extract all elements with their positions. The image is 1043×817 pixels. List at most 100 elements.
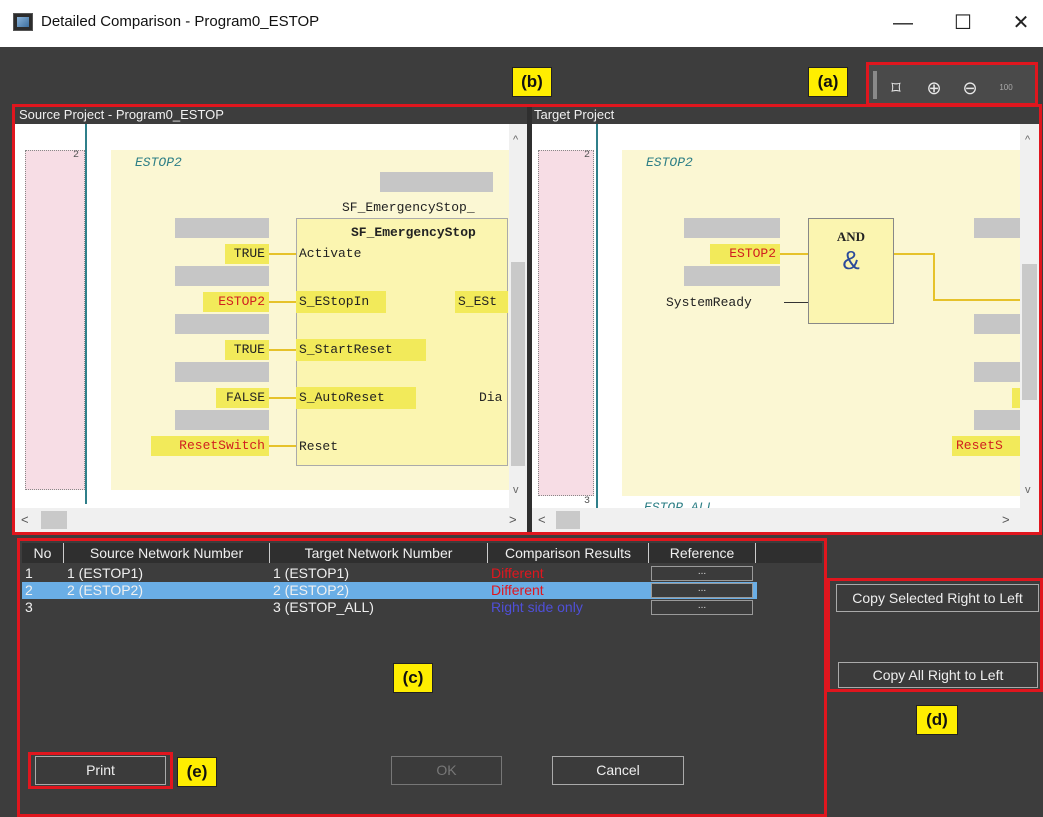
input-var[interactable]: ESTOP2	[203, 292, 269, 312]
copy-all-right-to-left-button[interactable]: Copy All Right to Left	[838, 662, 1038, 688]
wire	[784, 302, 808, 303]
copy-selected-right-to-left-button[interactable]: Copy Selected Right to Left	[836, 584, 1039, 612]
zoom-out-icon[interactable]: ⊖	[957, 75, 983, 101]
wire	[269, 349, 296, 351]
print-button[interactable]: Print	[35, 756, 166, 785]
cell-no: 1	[25, 565, 33, 581]
placeholder	[684, 266, 780, 286]
fb-instance-name: SF_EmergencyStop_	[342, 200, 475, 215]
cancel-button[interactable]: Cancel	[552, 756, 684, 785]
placeholder	[974, 362, 1020, 382]
source-gutter	[25, 150, 85, 490]
scroll-up-icon[interactable]: ^	[513, 134, 518, 146]
reference-button[interactable]: ...	[651, 583, 753, 598]
placeholder	[175, 362, 269, 382]
wire	[933, 253, 935, 301]
scroll-left-icon[interactable]: <	[21, 512, 29, 527]
scroll-right-icon[interactable]: >	[509, 512, 517, 527]
source-rail	[85, 124, 87, 504]
scroll-down-icon[interactable]: v	[1025, 484, 1031, 496]
app-icon	[13, 13, 33, 31]
source-horizontal-scrollbar[interactable]: < >	[15, 508, 527, 532]
reference-button[interactable]: ...	[651, 600, 753, 615]
zoom-toolbar: ⌑ ⊕ ⊖ 100	[866, 62, 1038, 106]
source-ladder-area: ESTOP2 SF_EmergencyStop_ SF_EmergencySto…	[111, 150, 511, 490]
target-ladder-area: ESTOP2 ESTOP2 SystemReady AND & ResetS	[622, 150, 1020, 496]
wire	[269, 397, 296, 399]
wire	[894, 253, 934, 255]
maximize-button[interactable]: ☐	[943, 8, 983, 38]
fb-pin: S_StartReset	[296, 339, 426, 361]
scroll-down-icon[interactable]: v	[513, 484, 519, 496]
column-header-result[interactable]: Comparison Results	[488, 543, 649, 563]
scrollbar-thumb[interactable]	[1022, 264, 1037, 400]
target-pane-header: Target Project	[532, 107, 1039, 123]
source-vertical-scrollbar[interactable]: ^ v	[509, 124, 527, 508]
minimize-button[interactable]: —	[883, 8, 923, 38]
close-button[interactable]: ✕	[1001, 8, 1041, 38]
callout-label-b: (b)	[512, 67, 552, 97]
cell-result: Different	[491, 565, 544, 581]
cell-no: 3	[25, 599, 33, 615]
window-title: Detailed Comparison - Program0_ESTOP	[41, 13, 320, 30]
and-block-type: AND	[836, 229, 866, 244]
cell-source: 1 (ESTOP1)	[67, 565, 143, 581]
zoom-in-icon[interactable]: ⊕	[921, 75, 947, 101]
callout-label-a: (a)	[808, 67, 848, 97]
cell-target: 1 (ESTOP1)	[273, 565, 349, 581]
wire	[269, 445, 296, 447]
column-header-target[interactable]: Target Network Number	[270, 543, 488, 563]
cell-source	[64, 599, 270, 616]
scrollbar-thumb[interactable]	[41, 511, 67, 529]
scrollbar-thumb[interactable]	[556, 511, 580, 529]
placeholder	[175, 410, 269, 430]
target-vertical-scrollbar[interactable]: ^ v	[1020, 124, 1039, 508]
cell-source: 2 (ESTOP2)	[67, 582, 143, 598]
wire	[933, 299, 1020, 301]
wire	[269, 301, 296, 303]
fb-type-name: SF_EmergencyStop	[351, 225, 476, 240]
target-rail	[596, 124, 598, 508]
cell-result: Different	[491, 582, 544, 598]
ok-button[interactable]: OK	[391, 756, 502, 785]
target-next-network-number: 3	[584, 496, 591, 507]
fb-pin: S_AutoReset	[296, 387, 416, 409]
table-row[interactable]: 1 1 (ESTOP1) 1 (ESTOP1) Different ...	[22, 565, 757, 582]
scrollbar-thumb[interactable]	[511, 262, 525, 466]
wire	[780, 253, 808, 255]
table-row[interactable]: 3 3 (ESTOP_ALL) Right side only ...	[22, 599, 757, 616]
zoom-100-icon[interactable]: 100	[993, 75, 1019, 101]
column-header-reference[interactable]: Reference	[649, 543, 756, 563]
scroll-left-icon[interactable]: <	[538, 512, 546, 527]
source-network-number: 2	[73, 150, 80, 161]
fb-pin: Reset	[299, 439, 339, 454]
input-var[interactable]: TRUE	[225, 340, 269, 360]
column-header-source[interactable]: Source Network Number	[64, 543, 270, 563]
target-horizontal-scrollbar[interactable]: < >	[532, 508, 1039, 532]
input-var[interactable]: ResetSwitch	[151, 436, 269, 456]
and-block[interactable]: AND &	[808, 218, 894, 324]
table-row-selected[interactable]: 2 2 (ESTOP2) 2 (ESTOP2) Different ...	[22, 582, 757, 599]
column-header-no[interactable]: No	[22, 543, 64, 563]
partial-var[interactable]: ResetS	[952, 436, 1020, 456]
placeholder	[974, 410, 1020, 430]
input-var[interactable]: TRUE	[225, 244, 269, 264]
and-input-var[interactable]: ESTOP2	[710, 244, 780, 264]
scroll-right-icon[interactable]: >	[1002, 512, 1010, 527]
callout-label-e: (e)	[177, 757, 217, 787]
next-network-name: ESTOP_ALL	[644, 500, 715, 508]
fit-to-window-icon[interactable]: ⌑	[883, 75, 909, 101]
placeholder	[974, 218, 1020, 238]
input-var[interactable]: FALSE	[216, 388, 269, 408]
and-input-2[interactable]: SystemReady	[666, 295, 752, 310]
fb-output-pin: Dia	[479, 390, 503, 405]
reference-button[interactable]: ...	[651, 566, 753, 581]
cell-target: 2 (ESTOP2)	[273, 582, 349, 598]
placeholder	[175, 266, 269, 286]
scroll-up-icon[interactable]: ^	[1025, 134, 1030, 146]
title-bar: Detailed Comparison - Program0_ESTOP — ☐…	[0, 0, 1043, 47]
toolbar-grip	[873, 71, 877, 99]
table-header-row: No Source Network Number Target Network …	[22, 543, 822, 563]
cell-result: Right side only	[491, 599, 583, 615]
source-network-name: ESTOP2	[135, 155, 182, 170]
